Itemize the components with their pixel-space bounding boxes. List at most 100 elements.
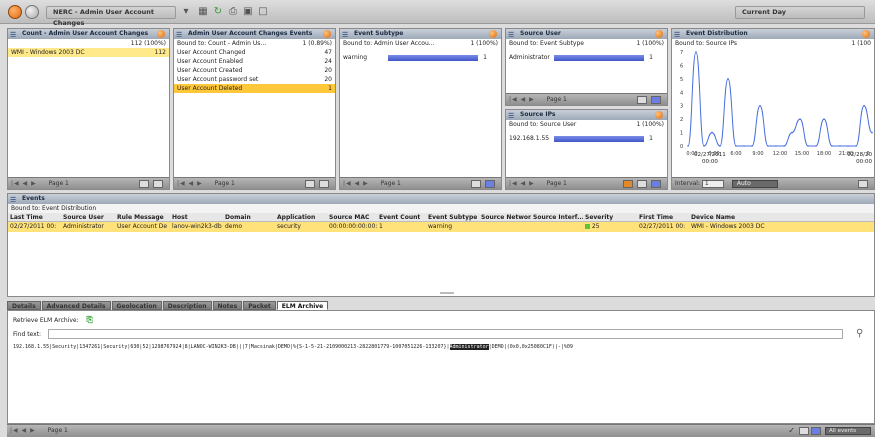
list-item[interactable]: User Account Changed 47 xyxy=(174,48,335,57)
distribution-point[interactable] xyxy=(823,118,825,120)
column-header[interactable]: Event Count xyxy=(377,213,426,221)
distribution-point[interactable] xyxy=(775,145,777,147)
view-toggle-icon[interactable] xyxy=(637,180,647,188)
column-header[interactable]: Domain xyxy=(223,213,275,221)
column-header[interactable]: Event Subtype xyxy=(426,213,479,221)
column-header[interactable]: Application xyxy=(275,213,327,221)
distribution-point[interactable] xyxy=(711,131,713,134)
distribution-point[interactable] xyxy=(831,145,833,147)
window-icon[interactable]: □ xyxy=(257,5,269,18)
distribution-point[interactable] xyxy=(791,131,793,134)
bar-item[interactable]: warning 1 xyxy=(340,53,501,62)
retrieve-archive-icon[interactable]: ⎘ xyxy=(87,316,97,325)
view-toggle-icon[interactable] xyxy=(305,180,315,188)
bar-chart-icon[interactable] xyxy=(485,180,495,188)
refresh-icon[interactable]: ↻ xyxy=(212,5,224,18)
column-header[interactable]: Source Networ... xyxy=(479,213,531,221)
check-icon[interactable]: ✓ xyxy=(788,425,795,436)
options-icon[interactable] xyxy=(157,30,165,38)
grid-icon[interactable]: ▦ xyxy=(197,5,209,18)
bar-item[interactable]: 192.168.1.55 1 xyxy=(506,134,667,143)
bar-item[interactable]: Administrator 1 xyxy=(506,53,667,62)
distribution-point[interactable] xyxy=(727,78,729,80)
distribution-point[interactable] xyxy=(743,145,745,147)
list-item-selected[interactable]: User Account Deleted 1 xyxy=(174,84,335,93)
table-row[interactable]: 02/27/2011 00: Administrator User Accoun… xyxy=(8,222,874,232)
column-header[interactable]: Source MAC xyxy=(327,213,377,221)
tab-elm-archive[interactable]: ELM Archive xyxy=(276,301,329,310)
list-item[interactable]: User Account Enabled 24 xyxy=(174,57,335,66)
pager-nav-icon[interactable]: |◀ ◀ ▶ xyxy=(343,180,369,187)
tab-description[interactable]: Description xyxy=(162,301,212,310)
distribution-point[interactable] xyxy=(767,145,769,147)
print-icon[interactable]: ⎙ xyxy=(227,5,239,18)
distribution-point[interactable] xyxy=(703,145,705,147)
distribution-point[interactable] xyxy=(751,145,753,147)
distribution-point[interactable] xyxy=(695,51,697,53)
pager-nav-icon[interactable]: |◀ ◀ ▶ xyxy=(509,96,535,103)
list-item[interactable]: User Account Created 20 xyxy=(174,66,335,75)
options-icon[interactable] xyxy=(862,30,870,38)
distribution-point[interactable] xyxy=(735,145,737,147)
distribution-point[interactable] xyxy=(847,145,849,147)
list-item[interactable]: WMI - Windows 2003 DC 112 xyxy=(8,48,169,57)
options-icon[interactable] xyxy=(323,30,331,38)
column-header[interactable]: Source User xyxy=(61,213,115,221)
export-icon[interactable]: ▣ xyxy=(242,5,254,18)
pager-nav-icon[interactable]: |◀ ◀ ▶ xyxy=(509,180,535,187)
chart-toggle-icon[interactable] xyxy=(319,180,329,188)
distribution-point[interactable] xyxy=(799,118,801,120)
back-button[interactable] xyxy=(8,5,22,19)
distribution-point[interactable] xyxy=(759,104,761,107)
column-header[interactable]: First Time xyxy=(637,213,689,221)
find-text-input[interactable] xyxy=(48,329,843,339)
distribution-point[interactable] xyxy=(839,145,841,147)
refresh-icon[interactable] xyxy=(811,427,821,435)
column-header[interactable]: Host xyxy=(170,213,223,221)
distribution-point[interactable] xyxy=(807,145,809,147)
options-icon[interactable] xyxy=(655,30,663,38)
view-toggle-icon[interactable] xyxy=(139,180,149,188)
time-period-select[interactable]: Current Day xyxy=(735,6,865,19)
list-item[interactable]: User Account password set 20 xyxy=(174,75,335,84)
auto-select[interactable]: Auto xyxy=(731,179,778,188)
view-toggle-icon[interactable] xyxy=(637,96,647,104)
distribution-point[interactable] xyxy=(863,104,865,107)
distribution-point[interactable] xyxy=(783,145,785,147)
pager-nav-icon[interactable]: |◀ ◀ ▶ xyxy=(10,427,36,434)
pager-nav-icon[interactable]: |◀ ◀ ▶ xyxy=(11,180,37,187)
view-toggle-icon[interactable] xyxy=(858,180,868,188)
tab-details[interactable]: Details xyxy=(7,301,41,310)
event-distribution-chart[interactable]: 012345670:00 3:00 6:00 9:00 12:00 15:00 18:00 2… xyxy=(672,48,875,168)
distribution-point[interactable] xyxy=(815,145,817,147)
tab-advanced-details[interactable]: Advanced Details xyxy=(41,301,111,310)
distribution-point[interactable] xyxy=(871,131,873,134)
map-icon[interactable] xyxy=(623,180,633,188)
chart-toggle-icon[interactable] xyxy=(153,180,163,188)
distribution-point[interactable] xyxy=(855,145,857,147)
tab-packet[interactable]: Packet xyxy=(243,301,276,310)
pager-nav-icon[interactable]: |◀ ◀ ▶ xyxy=(177,180,203,187)
distribution-point[interactable] xyxy=(719,145,721,147)
column-header[interactable]: Source Interf... xyxy=(531,213,583,221)
tab-notes[interactable]: Notes xyxy=(212,301,243,310)
view-toggle-icon[interactable] xyxy=(799,427,809,435)
column-header[interactable]: Last Time xyxy=(8,213,61,221)
interval-input[interactable]: 1 xyxy=(701,179,724,188)
options-icon[interactable] xyxy=(655,111,663,119)
events-filter-select[interactable]: All events xyxy=(825,427,871,435)
column-header[interactable]: Severity xyxy=(583,213,637,221)
column-header[interactable]: Device Name xyxy=(689,213,809,221)
view-title-select[interactable]: NERC - Admin User Account Changes xyxy=(46,6,176,27)
forward-button[interactable] xyxy=(25,5,39,19)
bar-chart-icon[interactable] xyxy=(651,180,661,188)
options-icon[interactable] xyxy=(489,30,497,38)
search-icon[interactable]: ⚲ xyxy=(856,328,863,339)
filter-icon[interactable]: ▾ xyxy=(180,5,192,18)
resize-handle[interactable] xyxy=(440,292,454,294)
column-header[interactable]: Rule Message xyxy=(115,213,170,221)
view-toggle-icon[interactable] xyxy=(471,180,481,188)
bar-chart-icon[interactable] xyxy=(651,96,661,104)
tab-geolocation[interactable]: Geolocation xyxy=(111,301,162,310)
distribution-point[interactable] xyxy=(687,145,689,147)
